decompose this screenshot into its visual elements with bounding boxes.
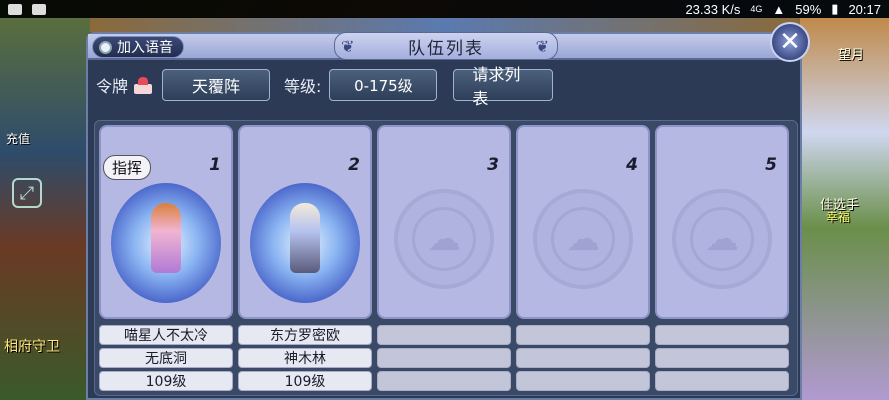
member-sect: [655, 348, 789, 368]
scene-text-3: 幸福: [826, 210, 851, 224]
team-list-dialog: 加入语音 ❦ 队伍列表 ❦ ✕ 令牌 天覆阵 等级: 0-175级 请求列表 指…: [86, 22, 810, 400]
member-level: [655, 371, 789, 391]
scene-right: 望月 佳选手 幸福: [800, 18, 889, 400]
member-sect: 神木林: [238, 348, 372, 368]
level-label: 等级:: [284, 77, 322, 96]
member-sect: [377, 348, 511, 368]
team-slot-3[interactable]: ☁ 3: [377, 125, 511, 319]
join-voice-label: 加入语音: [117, 40, 173, 56]
slot-number: 2: [348, 155, 360, 175]
character-portrait[interactable]: [250, 183, 360, 303]
dialog-title-plaque: ❦ 队伍列表 ❦: [334, 32, 558, 60]
scene-left: 充值 ⤢ 相府守卫: [0, 18, 90, 400]
microphone-icon: [99, 41, 112, 54]
team-slot-5[interactable]: ☁ 5: [655, 125, 789, 319]
move-arrows-icon[interactable]: ⤢: [12, 178, 42, 208]
slot-number: 3: [487, 155, 499, 175]
member-sect: [516, 348, 650, 368]
image-icon: [32, 3, 46, 15]
close-icon: ✕: [779, 27, 801, 57]
token-label: 令牌: [96, 77, 129, 96]
cloud-emblem-icon: ☁: [533, 189, 633, 289]
member-name: 喵星人不太冷: [99, 325, 233, 345]
member-level: [516, 371, 650, 391]
formation-button[interactable]: 天覆阵: [162, 69, 271, 101]
swirl-ornament-icon: ❦: [535, 37, 551, 56]
slot-number: 1: [209, 155, 221, 175]
network-type: 4G: [750, 4, 763, 14]
team-members-area: 指挥 1 2 ☁ 3 ☁ 4 ☁ 5 喵星人不太冷 无底洞 109级 东方罗密欧…: [94, 120, 798, 396]
signal-icon: ▲: [772, 1, 786, 17]
scene-text-1: 望月: [838, 48, 865, 63]
member-name: [377, 325, 511, 345]
clock: 20:17: [848, 1, 881, 17]
level-range-button[interactable]: 0-175级: [329, 69, 438, 101]
member-sect: 无底洞: [99, 348, 233, 368]
npc-name[interactable]: 相府守卫: [4, 336, 60, 356]
close-button[interactable]: ✕: [770, 22, 810, 62]
member-level: [377, 371, 511, 391]
scene-top: [90, 18, 800, 32]
dialog-title: 队伍列表: [408, 38, 484, 59]
slot-number: 5: [765, 155, 777, 175]
member-name: [516, 325, 650, 345]
member-level: 109级: [238, 371, 372, 391]
member-level: 109级: [99, 371, 233, 391]
swirl-ornament-icon: ❦: [341, 37, 357, 56]
team-slot-1[interactable]: 指挥 1: [99, 125, 233, 319]
message-icon: [8, 3, 22, 15]
team-slot-4[interactable]: ☁ 4: [516, 125, 650, 319]
request-list-button[interactable]: 请求列表: [453, 65, 554, 108]
member-name: [655, 325, 789, 345]
team-toolbar: 令牌 天覆阵 等级: 0-175级 请求列表: [96, 65, 796, 108]
team-slot-2[interactable]: 2: [238, 125, 372, 319]
slot-number: 4: [626, 155, 638, 175]
member-name: 东方罗密欧: [238, 325, 372, 345]
commander-badge: 指挥: [103, 155, 152, 180]
character-portrait[interactable]: [111, 183, 221, 303]
cloud-emblem-icon: ☁: [394, 189, 494, 289]
cloud-emblem-icon: ☁: [672, 189, 772, 289]
recharge-button[interactable]: 充值: [6, 130, 30, 147]
battery-icon: ▮: [831, 1, 839, 16]
network-speed: 23.33 K/s: [685, 1, 741, 17]
status-bar: 23.33 K/s 4G ▲ 59% ▮ 20:17: [0, 0, 889, 18]
cake-icon: [132, 74, 154, 96]
join-voice-button[interactable]: 加入语音: [92, 36, 184, 58]
battery-level: 59%: [795, 1, 822, 17]
